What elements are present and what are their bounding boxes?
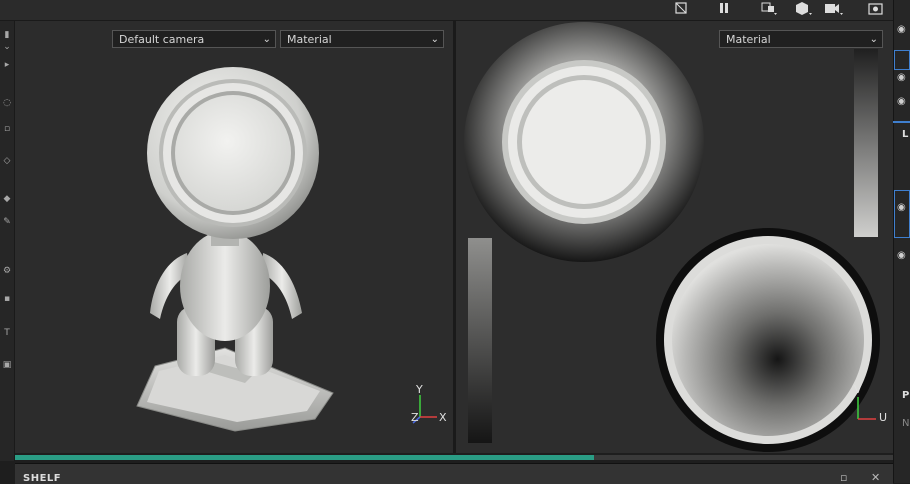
- axis-gizmo-3d: Y Z X: [409, 383, 449, 429]
- viewport-3d[interactable]: Default camera ⌄ Material ⌄ Y Z X: [15, 21, 453, 453]
- axis-label-u: U: [879, 411, 888, 424]
- uv-texture-preview[interactable]: [456, 21, 893, 453]
- axis-gizmo-2d: V U: [848, 383, 888, 429]
- view-icon[interactable]: [672, 1, 690, 17]
- axis-label-y: Y: [416, 383, 423, 396]
- selected-layer-highlight[interactable]: [894, 190, 910, 238]
- panel-label-n: N: [902, 418, 910, 429]
- eye-icon[interactable]: ◉: [897, 96, 910, 110]
- selected-layer-highlight[interactable]: [894, 50, 910, 70]
- cube-icon[interactable]: [793, 1, 812, 17]
- panel-label-p: P: [902, 390, 910, 401]
- eraser-tool-icon[interactable]: ◌: [1, 97, 13, 109]
- viewport-2d[interactable]: Material ⌄ V U: [456, 21, 893, 453]
- expand-icon[interactable]: ⌄: [1, 41, 13, 53]
- clone-tool-icon[interactable]: ◆: [1, 193, 13, 205]
- axis-label-z: Z: [411, 411, 419, 424]
- eye-icon[interactable]: ◉: [897, 72, 910, 86]
- arrow-tool-icon[interactable]: ▸: [1, 59, 13, 71]
- top-toolbar: [0, 0, 893, 21]
- settings-tool-icon[interactable]: ⚙: [1, 265, 13, 277]
- mask-tool-icon[interactable]: ▣: [1, 359, 13, 371]
- brush-tool-icon[interactable]: ▮: [1, 29, 13, 41]
- pause-icon[interactable]: [715, 1, 733, 17]
- left-tool-strip: ▮ ⌄ ▸ ◌ ▫ ◇ ◆ ✎ ⚙ ▪ T ▣: [0, 21, 15, 461]
- material-preview-mannequin[interactable]: [15, 21, 453, 453]
- progress-fill: [15, 455, 595, 460]
- axis-label-v: V: [854, 383, 862, 396]
- progress-bar: [15, 455, 893, 460]
- shelf-panel: SHELF ▫ ✕: [15, 463, 893, 484]
- right-panel: ◉ ◉ ◉ ◉ ◉: [893, 0, 910, 483]
- shelf-title: SHELF: [23, 473, 62, 484]
- eye-icon[interactable]: ◉: [897, 24, 910, 38]
- panel-tab-underline: [893, 121, 910, 123]
- screenshot-icon[interactable]: [867, 1, 885, 17]
- smudge-tool-icon[interactable]: ◇: [1, 155, 13, 167]
- polygon-fill-icon[interactable]: ▪: [1, 293, 13, 305]
- picker-tool-icon[interactable]: ✎: [1, 216, 13, 228]
- transform-icon[interactable]: [760, 1, 778, 17]
- close-icon[interactable]: ✕: [871, 471, 880, 484]
- axis-label-x: X: [439, 411, 447, 424]
- camera-icon[interactable]: [823, 1, 843, 17]
- text-tool-icon[interactable]: T: [1, 327, 13, 339]
- eye-icon[interactable]: ◉: [897, 250, 910, 264]
- panel-label-l: L: [902, 129, 909, 140]
- maximize-icon[interactable]: ▫: [840, 471, 847, 484]
- projection-tool-icon[interactable]: ▫: [1, 123, 13, 135]
